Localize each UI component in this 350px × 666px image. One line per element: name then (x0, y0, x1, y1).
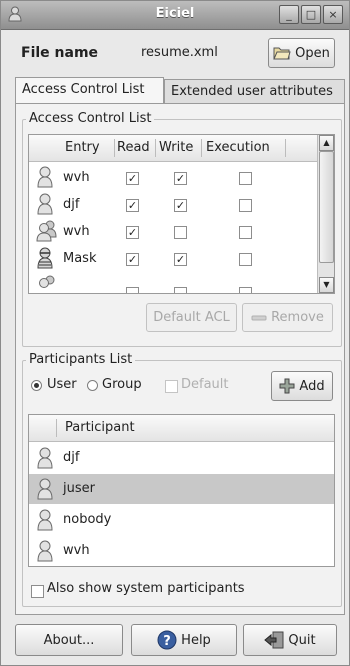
mask-icon (37, 247, 53, 269)
title-bar[interactable]: Eiciel _ □ × (1, 1, 349, 30)
help-icon: ? (157, 630, 177, 650)
default-acl-button[interactable]: Default ACL (146, 303, 237, 332)
quit-button[interactable]: Quit (243, 624, 337, 656)
folder-icon (273, 47, 291, 60)
user-icon (37, 478, 53, 500)
participant-row[interactable]: djf (29, 443, 334, 473)
tab-extended-user-attributes[interactable]: Extended user attributes (164, 79, 345, 104)
show-system-participants-label[interactable]: Also show system participants (47, 581, 245, 596)
acl-table-header: Entry Read Write Execution (29, 135, 319, 162)
column-entry[interactable]: Entry (65, 140, 100, 155)
read-checkbox[interactable] (126, 287, 139, 293)
eiciel-window: Eiciel _ □ × File name resume.xml Open A… (0, 0, 350, 666)
write-checkbox[interactable]: ✓ (174, 172, 187, 185)
about-button[interactable]: About... (15, 624, 123, 656)
help-button[interactable]: ? Help (131, 624, 237, 656)
remove-label: Remove (271, 310, 324, 325)
scroll-up-arrow[interactable]: ▲ (319, 135, 334, 151)
read-checkbox[interactable]: ✓ (126, 199, 139, 212)
execution-checkbox[interactable] (239, 172, 252, 185)
acl-row[interactable] (29, 273, 319, 293)
group-icon (36, 220, 57, 242)
participants-list-header: Participant (29, 415, 334, 442)
remove-icon (251, 315, 267, 320)
user-icon (37, 447, 53, 469)
default-checkbox[interactable] (165, 380, 178, 393)
add-icon (279, 378, 295, 394)
user-icon (37, 193, 53, 215)
read-checkbox[interactable]: ✓ (126, 172, 139, 185)
file-name-label: File name (21, 45, 99, 61)
add-button[interactable]: Add (271, 371, 333, 401)
read-checkbox[interactable]: ✓ (126, 253, 139, 266)
read-checkbox[interactable]: ✓ (126, 226, 139, 239)
acl-entry-name: wvh (63, 224, 90, 239)
column-execution[interactable]: Execution (206, 140, 270, 155)
group-radio[interactable] (87, 380, 98, 391)
execution-checkbox[interactable] (239, 287, 252, 293)
acl-section-label: Access Control List (26, 111, 155, 126)
execution-checkbox[interactable] (239, 226, 252, 239)
quit-button-label: Quit (288, 632, 316, 648)
default-checkbox-label: Default (181, 377, 229, 392)
column-write[interactable]: Write (159, 140, 193, 155)
participants-section-label: Participants List (26, 352, 136, 367)
group-radio-label[interactable]: Group (102, 377, 142, 392)
remove-button[interactable]: Remove (242, 303, 333, 332)
acl-scrollbar[interactable]: ▲ ▼ (317, 135, 334, 293)
acl-entry-name: wvh (63, 170, 90, 185)
default-acl-label: Default ACL (153, 310, 230, 325)
participant-row[interactable]: juser (29, 474, 334, 504)
help-button-label: Help (181, 632, 211, 648)
participant-name: juser (63, 481, 95, 496)
write-checkbox[interactable]: ✓ (174, 199, 187, 212)
add-button-label: Add (299, 378, 325, 394)
participant-name: nobody (63, 512, 112, 527)
user-icon (37, 540, 53, 562)
minimize-button[interactable]: _ (279, 5, 299, 24)
scroll-down-arrow[interactable]: ▼ (319, 277, 334, 293)
column-participant[interactable]: Participant (65, 420, 135, 435)
acl-table[interactable]: Entry Read Write Execution wvh ✓ ✓ djf ✓ (28, 134, 335, 294)
participant-name: djf (63, 450, 80, 465)
participant-name: wvh (63, 543, 90, 558)
open-button[interactable]: Open (268, 38, 335, 68)
quit-icon (264, 631, 284, 649)
write-checkbox[interactable] (174, 226, 187, 239)
about-button-label: About... (43, 632, 95, 648)
acl-row[interactable]: wvh ✓ (29, 219, 319, 246)
acl-row[interactable]: djf ✓ ✓ (29, 192, 319, 219)
scroll-thumb[interactable] (319, 151, 334, 263)
user-radio-label[interactable]: User (47, 377, 77, 392)
execution-checkbox[interactable] (239, 199, 252, 212)
participants-list[interactable]: Participant djf juser nobody wvh (28, 414, 335, 567)
open-button-label: Open (295, 45, 330, 61)
acl-entry-name: djf (63, 197, 80, 212)
write-checkbox[interactable] (174, 287, 187, 293)
acl-row[interactable]: wvh ✓ ✓ (29, 165, 319, 192)
execution-checkbox[interactable] (239, 253, 252, 266)
user-icon (37, 509, 53, 531)
acl-entry-name: Mask (63, 251, 97, 266)
column-read[interactable]: Read (117, 140, 150, 155)
acl-row[interactable]: Mask ✓ ✓ (29, 246, 319, 273)
write-checkbox[interactable]: ✓ (174, 253, 187, 266)
svg-text:?: ? (163, 634, 171, 649)
tab-access-control-list[interactable]: Access Control List (15, 77, 164, 104)
maximize-button[interactable]: □ (301, 5, 321, 24)
group-icon (39, 275, 55, 288)
close-button[interactable]: × (323, 5, 343, 24)
user-radio[interactable] (31, 380, 42, 391)
file-name-value: resume.xml (141, 45, 218, 60)
show-system-participants-checkbox[interactable] (31, 585, 44, 598)
participant-row[interactable]: wvh (29, 536, 334, 566)
participant-row[interactable]: nobody (29, 505, 334, 535)
user-icon (37, 166, 53, 188)
